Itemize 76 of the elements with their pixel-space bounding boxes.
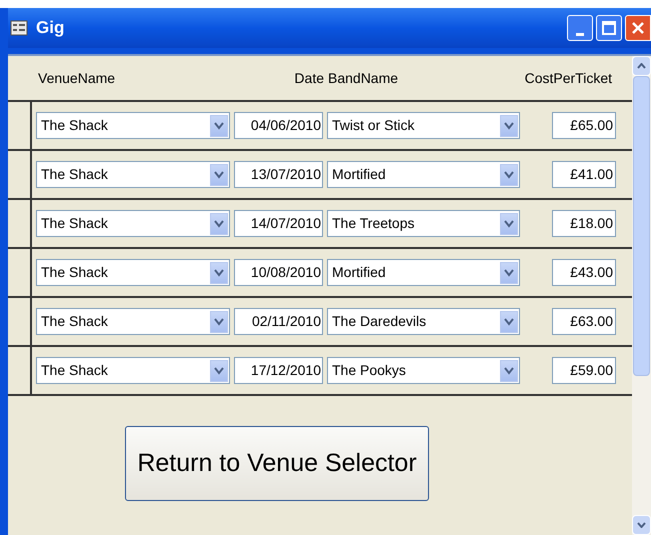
scroll-down-icon — [637, 522, 646, 528]
minimize-icon — [576, 33, 584, 36]
close-icon — [631, 21, 645, 35]
combo-value: Mortified — [332, 165, 387, 184]
cost-field[interactable]: £41.00 — [552, 161, 616, 188]
combo-box[interactable]: The Shack — [36, 308, 230, 335]
cost-field[interactable]: £65.00 — [552, 112, 616, 139]
date-field[interactable]: 17/12/2010 — [234, 357, 323, 384]
combo-box[interactable]: Twist or Stick — [327, 112, 520, 139]
scrollbar[interactable] — [632, 56, 651, 535]
combo-box[interactable]: The Shack — [36, 357, 230, 384]
caret-icon — [504, 318, 514, 326]
dropdown-button[interactable] — [210, 114, 228, 136]
date-field[interactable]: 13/07/2010 — [234, 161, 323, 188]
maximize-icon — [602, 21, 616, 35]
dropdown-button[interactable] — [500, 114, 518, 136]
dropdown-button[interactable] — [210, 212, 228, 234]
form-icon — [10, 20, 28, 36]
cost-field[interactable]: £18.00 — [552, 210, 616, 237]
combo-value: Twist or Stick — [332, 116, 416, 135]
column-header: BandName — [328, 68, 398, 88]
cost-field[interactable]: £43.00 — [552, 259, 616, 286]
caret-icon — [214, 170, 224, 178]
dropdown-button[interactable] — [210, 262, 228, 284]
date-field[interactable]: 02/11/2010 — [234, 308, 323, 335]
combo-box[interactable]: The Daredevils — [327, 308, 520, 335]
combo-value: The Shack — [41, 116, 109, 135]
date-field[interactable]: 14/07/2010 — [234, 210, 323, 237]
date-field[interactable]: 04/06/2010 — [234, 112, 323, 139]
cost-field[interactable]: £63.00 — [552, 308, 616, 335]
combo-value: The Shack — [41, 361, 109, 380]
combo-box[interactable]: The Pookys — [327, 357, 520, 384]
close-button[interactable] — [625, 15, 651, 41]
dropdown-button[interactable] — [500, 360, 518, 382]
scroll-up-icon — [637, 63, 646, 69]
column-header: CostPerTicket — [524, 68, 612, 88]
caret-icon — [214, 318, 224, 326]
combo-box[interactable]: The Shack — [36, 259, 230, 286]
window-title: Gig — [36, 17, 64, 40]
caret-icon — [504, 122, 514, 130]
column-header: VenueName — [38, 68, 116, 88]
dropdown-button[interactable] — [500, 212, 518, 234]
column-header: Date — [294, 68, 324, 88]
date-field[interactable]: 10/08/2010 — [234, 259, 323, 286]
caret-icon — [214, 220, 224, 228]
combo-value: Mortified — [332, 263, 387, 282]
combo-box[interactable]: The Treetops — [327, 210, 520, 237]
dropdown-button[interactable] — [210, 310, 228, 332]
maximize-button[interactable] — [596, 15, 622, 41]
combo-box[interactable]: The Shack — [36, 161, 230, 188]
caret-icon — [504, 268, 514, 276]
combo-value: The Shack — [41, 214, 109, 233]
dropdown-button[interactable] — [210, 360, 228, 382]
combo-value: The Shack — [41, 263, 109, 282]
dropdown-button[interactable] — [500, 262, 518, 284]
dropdown-button[interactable] — [500, 310, 518, 332]
combo-box[interactable]: The Shack — [36, 112, 230, 139]
combo-box[interactable]: Mortified — [327, 161, 520, 188]
caret-icon — [214, 366, 224, 374]
caret-icon — [504, 170, 514, 178]
combo-value: The Shack — [41, 312, 109, 331]
caret-icon — [504, 220, 514, 228]
combo-value: The Daredevils — [332, 312, 428, 331]
minimize-button[interactable] — [567, 15, 593, 41]
caret-icon — [214, 268, 224, 276]
combo-value: The Shack — [41, 165, 109, 184]
dropdown-button[interactable] — [500, 164, 518, 186]
caret-icon — [504, 366, 514, 374]
caret-icon — [214, 122, 224, 130]
combo-value: The Pookys — [332, 361, 407, 380]
cost-field[interactable]: £59.00 — [552, 357, 616, 384]
dropdown-button[interactable] — [210, 164, 228, 186]
combo-box[interactable]: The Shack — [36, 210, 230, 237]
return-button[interactable]: Return to Venue Selector — [125, 426, 429, 501]
combo-value: The Treetops — [332, 214, 416, 233]
combo-box[interactable]: Mortified — [327, 259, 520, 286]
